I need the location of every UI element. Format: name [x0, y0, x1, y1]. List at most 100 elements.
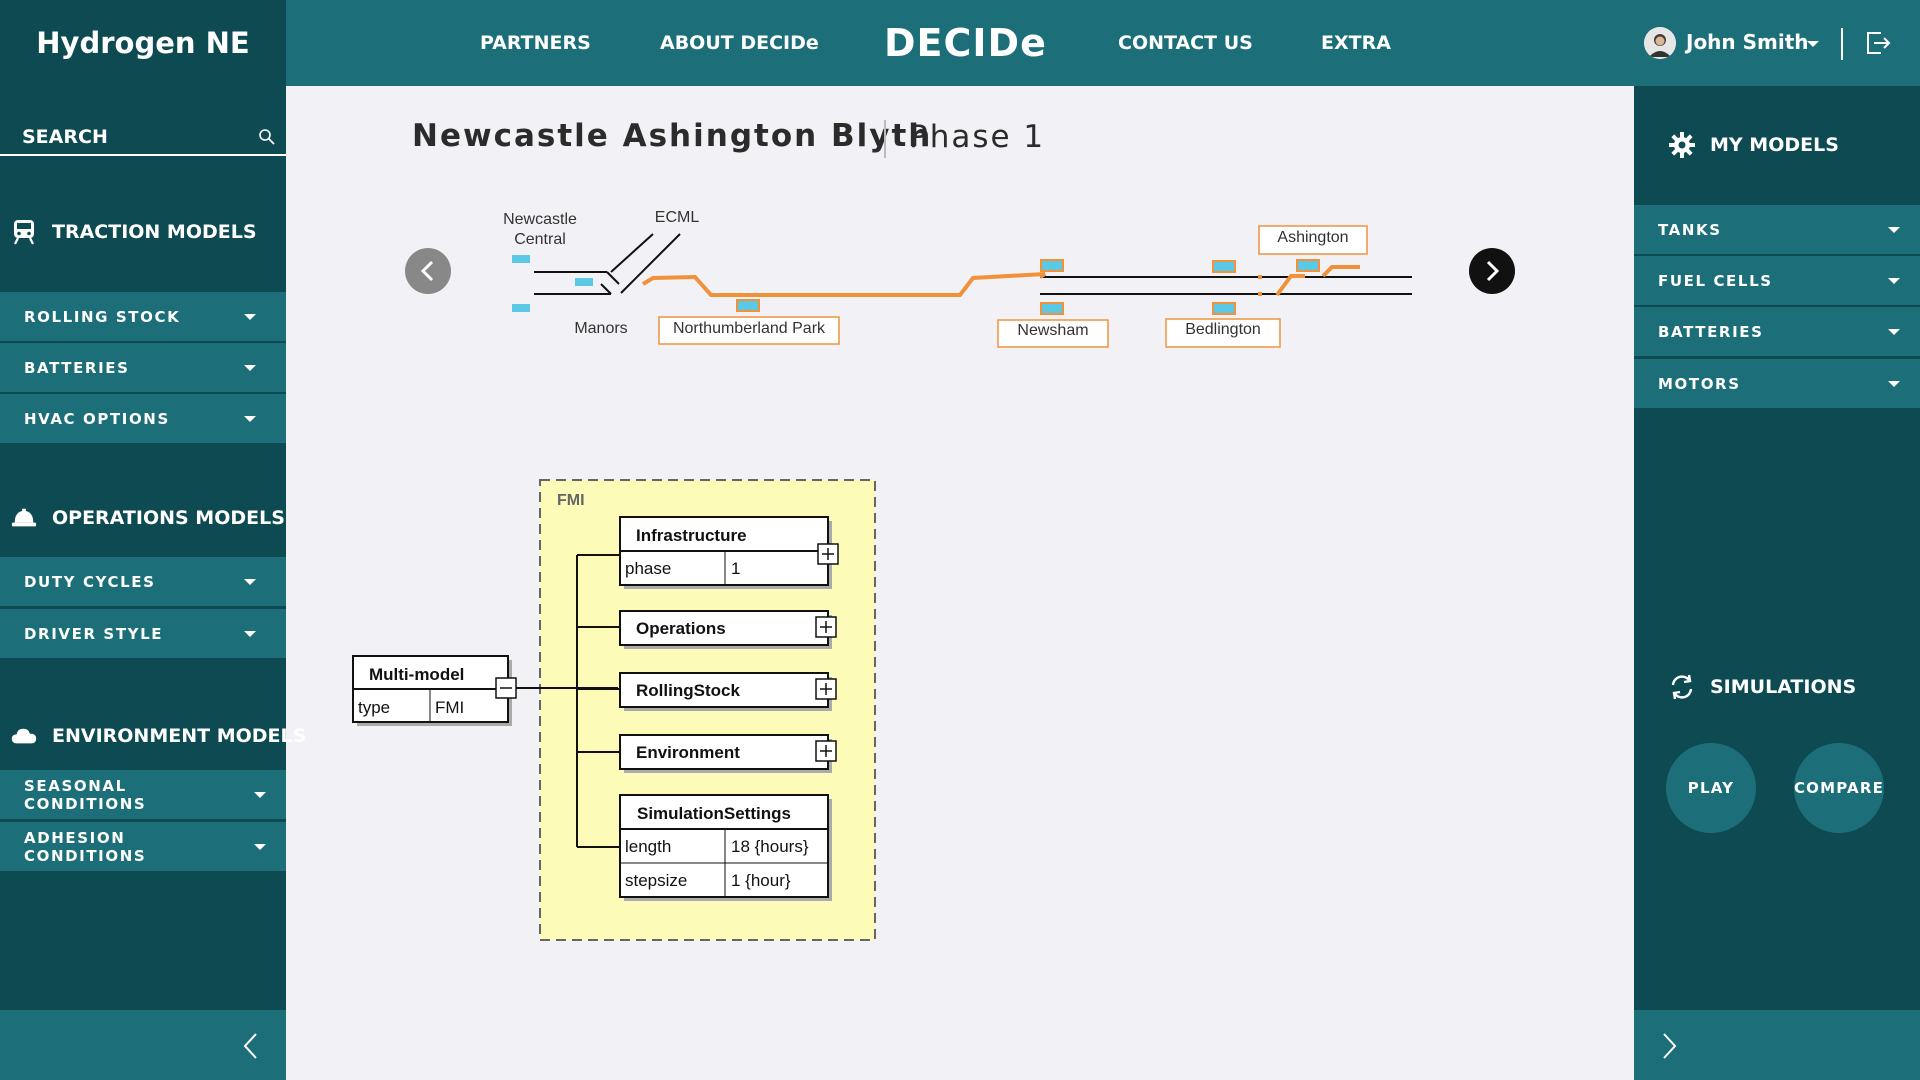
- route-line: [1321, 265, 1360, 278]
- model-item-tanks[interactable]: TANKS: [1634, 205, 1920, 254]
- chevron-down-icon: [1888, 380, 1900, 387]
- carousel-prev-button[interactable]: [405, 248, 451, 294]
- model-item-fuel-cells[interactable]: FUEL CELLS: [1634, 256, 1920, 305]
- chevron-down-icon: [244, 578, 256, 585]
- node-value: 1 {hour}: [731, 871, 791, 890]
- refresh-icon: [1668, 673, 1696, 701]
- model-item-label: MOTORS: [1658, 374, 1741, 393]
- station-label-bedlington: Bedlington: [1185, 321, 1261, 338]
- expand-icon[interactable]: [815, 740, 837, 762]
- collapse-left-sidebar-button[interactable]: [0, 1010, 286, 1080]
- station-label-ashington: Ashington: [1277, 229, 1348, 246]
- nav-link-extra[interactable]: EXTRA: [1321, 0, 1391, 86]
- logout-icon[interactable]: [1864, 29, 1892, 57]
- platform-marker: [1212, 302, 1236, 315]
- sidebar-item-label: DRIVER STYLE: [24, 624, 164, 643]
- chevron-down-icon: [244, 313, 256, 320]
- rolling-stock-node[interactable]: RollingStock: [619, 672, 832, 711]
- nav-link-partners[interactable]: PARTNERS: [480, 0, 591, 86]
- platform-marker: [512, 304, 530, 312]
- node-title: RollingStock: [636, 681, 740, 700]
- sidebar-item-batteries[interactable]: BATTERIES: [0, 343, 286, 392]
- expand-icon[interactable]: [817, 543, 839, 565]
- track: [600, 283, 612, 295]
- avatar[interactable]: [1644, 27, 1676, 59]
- expand-icon[interactable]: [815, 616, 837, 638]
- track: [606, 271, 620, 285]
- search-icon[interactable]: [258, 128, 276, 146]
- model-item-motors[interactable]: MOTORS: [1634, 359, 1920, 408]
- sidebar-item-seasonal-conditions[interactable]: SEASONAL CONDITIONS: [0, 770, 286, 819]
- collapse-icon[interactable]: [495, 677, 517, 699]
- section-title: ENVIRONMENT MODELS: [52, 725, 307, 747]
- fmi-container-label: FMI: [557, 492, 585, 509]
- page-subtitle: Phase 1: [909, 119, 1046, 155]
- environment-node[interactable]: Environment: [619, 734, 832, 773]
- sidebar-item-rolling-stock[interactable]: ROLLING STOCK: [0, 292, 286, 341]
- station-label-newsham: Newsham: [1017, 322, 1088, 339]
- sidebar-item-label: SEASONAL CONDITIONS: [24, 776, 147, 813]
- nav-link-about[interactable]: ABOUT DECIDe: [660, 0, 819, 86]
- node-key: phase: [625, 559, 671, 578]
- expand-icon[interactable]: [815, 678, 837, 700]
- decide-logo[interactable]: DECIDe: [884, 0, 1047, 86]
- line-label-ecml: ECML: [655, 209, 700, 226]
- collapse-right-sidebar-button[interactable]: [1634, 1010, 1920, 1080]
- chevron-left-icon: [420, 260, 434, 282]
- chevron-down-icon: [1888, 328, 1900, 335]
- play-button[interactable]: PLAY: [1666, 743, 1756, 833]
- model-item-label: FUEL CELLS: [1658, 271, 1773, 290]
- node-title: SimulationSettings: [637, 804, 791, 823]
- node-value: FMI: [435, 698, 464, 717]
- platform-marker: [1040, 302, 1064, 315]
- station-label-central: Central: [514, 231, 566, 248]
- gear-icon: [1668, 131, 1696, 159]
- left-sidebar: Hydrogen NE TRACTION MODELS ROLLING STOC…: [0, 0, 306, 1080]
- sidebar-item-hvac-options[interactable]: HVAC OPTIONS: [0, 394, 286, 443]
- platform-marker: [1296, 259, 1320, 272]
- section-title: TRACTION MODELS: [52, 221, 257, 243]
- infrastructure-node[interactable]: Infrastructure phase 1: [619, 516, 832, 589]
- route-line: [1275, 274, 1305, 297]
- chevron-down-icon: [244, 415, 256, 422]
- user-bar: John Smith: [1634, 0, 1920, 86]
- search-input[interactable]: [22, 124, 242, 150]
- right-sidebar: John Smith MY MODELS TANKS FUEL CELLS BA…: [1634, 0, 1920, 1080]
- platform-marker: [512, 255, 530, 263]
- section-my-models: MY MODELS: [1634, 125, 1920, 165]
- operations-node[interactable]: Operations: [619, 610, 832, 649]
- node-key: type: [358, 698, 390, 717]
- sidebar-item-label: ROLLING STOCK: [24, 307, 181, 326]
- sidebar-item-driver-style[interactable]: DRIVER STYLE: [0, 609, 286, 658]
- carousel-next-button[interactable]: [1469, 248, 1515, 294]
- cloud-icon: [11, 723, 37, 749]
- compare-button[interactable]: COMPARE: [1794, 743, 1884, 833]
- brand-logo[interactable]: Hydrogen NE: [0, 0, 286, 86]
- simulation-settings-node[interactable]: SimulationSettings length 18 {hours} ste…: [619, 794, 832, 901]
- station-label-newcastle: Newcastle: [503, 211, 577, 228]
- section-traction-models: TRACTION MODELS: [0, 212, 286, 252]
- page-title: Newcastle Ashington Blyth: [412, 118, 933, 154]
- divider: [1841, 28, 1843, 60]
- node-key: length: [625, 837, 671, 856]
- chevron-down-icon: [254, 791, 266, 798]
- top-navigation: PARTNERS ABOUT DECIDe DECIDe CONTACT US …: [286, 0, 1634, 86]
- model-item-batteries[interactable]: BATTERIES: [1634, 307, 1920, 356]
- node-title: Operations: [636, 619, 726, 638]
- section-simulations: SIMULATIONS: [1634, 667, 1920, 707]
- section-environment-models: ENVIRONMENT MODELS: [0, 716, 306, 756]
- section-title: OPERATIONS MODELS: [52, 507, 285, 529]
- multi-model-node[interactable]: Multi-model type FMI: [352, 655, 512, 726]
- model-item-label: TANKS: [1658, 220, 1722, 239]
- user-name[interactable]: John Smith: [1686, 30, 1809, 54]
- sidebar-item-adhesion-conditions[interactable]: ADHESION CONDITIONS: [0, 822, 286, 871]
- sidebar-item-label: HVAC OPTIONS: [24, 409, 170, 428]
- model-item-label: BATTERIES: [1658, 322, 1764, 341]
- chevron-right-icon: [1663, 1033, 1677, 1059]
- node-title: Multi-model: [369, 665, 464, 684]
- sidebar-item-label: BATTERIES: [24, 358, 130, 377]
- sidebar-item-duty-cycles[interactable]: DUTY CYCLES: [0, 557, 286, 606]
- chevron-down-icon[interactable]: [1807, 41, 1819, 47]
- nav-link-contact[interactable]: CONTACT US: [1118, 0, 1253, 86]
- section-title: MY MODELS: [1710, 134, 1839, 156]
